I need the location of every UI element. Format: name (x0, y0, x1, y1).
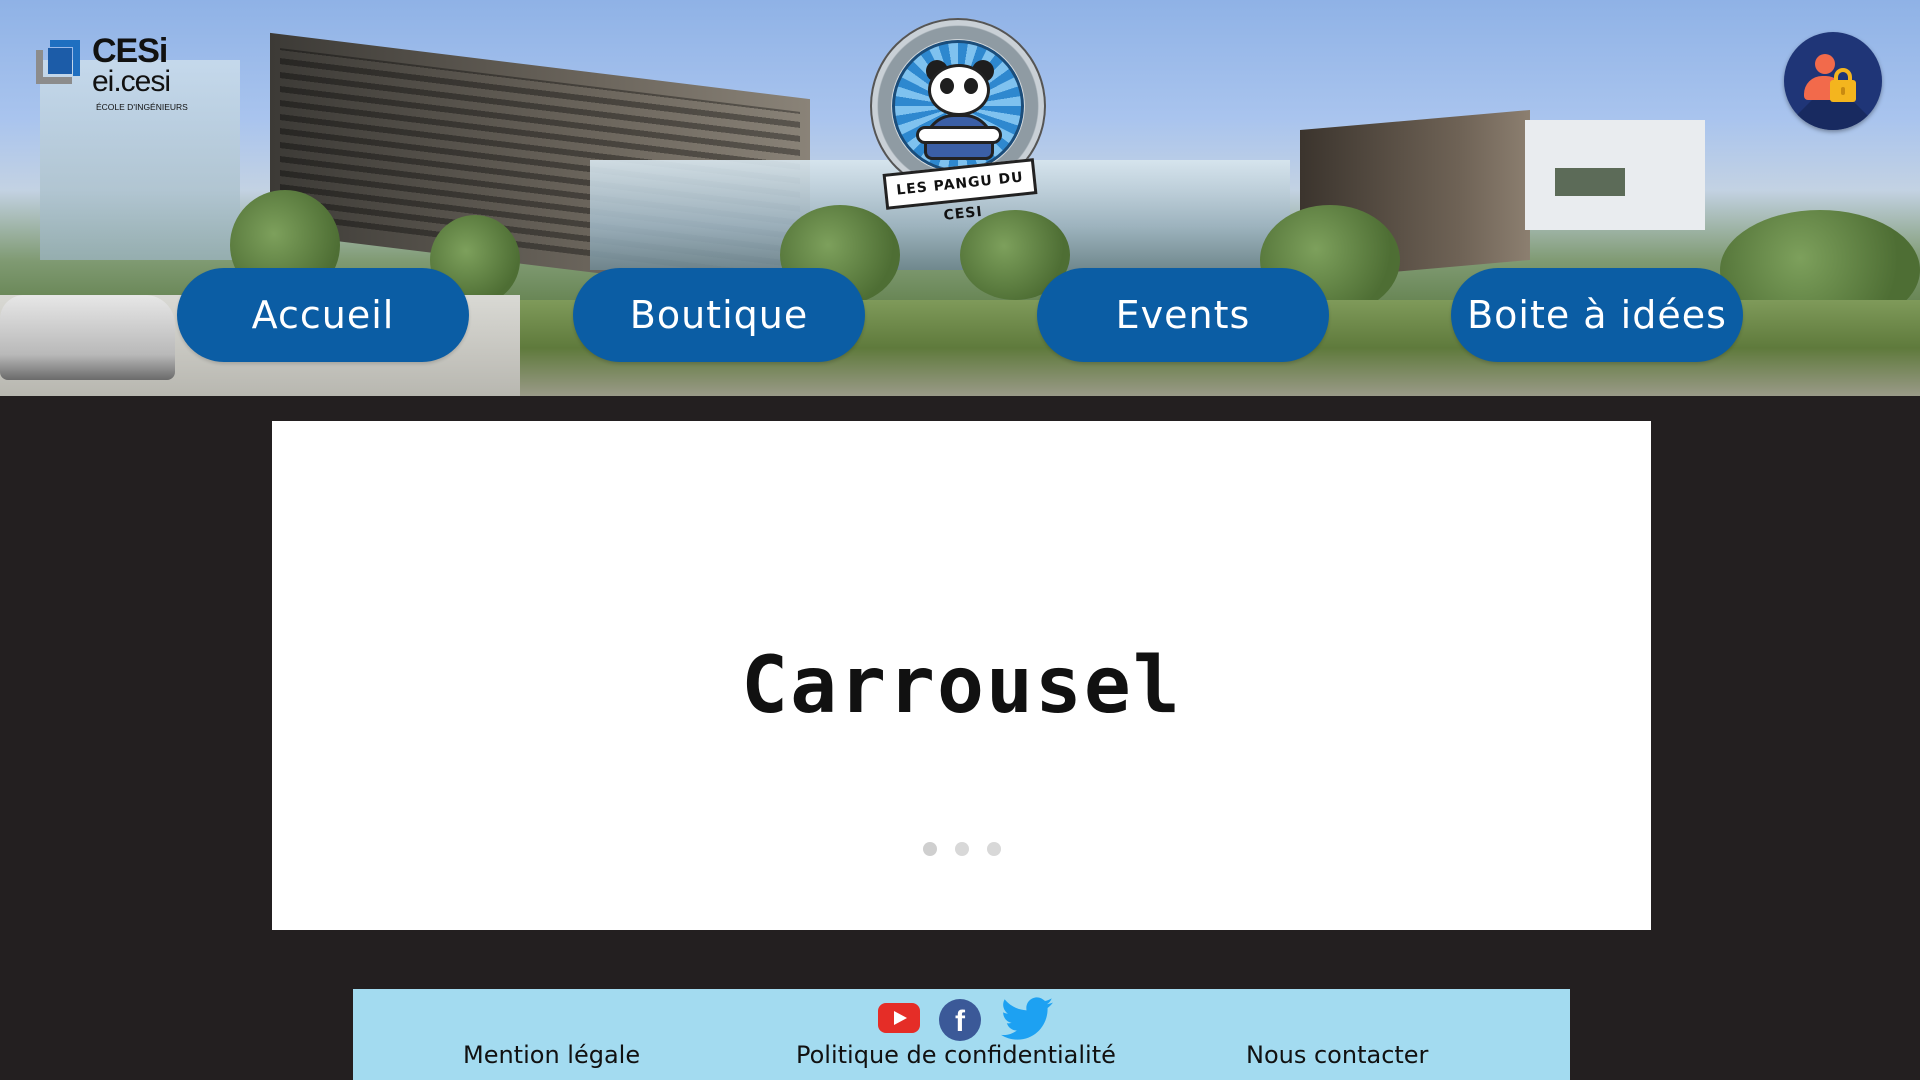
pangu-mascot-logo[interactable]: LES PANGU DU CESI (868, 16, 1052, 224)
carousel-dot[interactable] (986, 842, 1001, 856)
footer: f Mention légale Politique de confidenti… (353, 989, 1570, 1080)
footer-link-politique-confidentialite[interactable]: Politique de confidentialité (796, 1041, 1116, 1069)
carousel-dot[interactable] (954, 842, 969, 856)
nav-button-events[interactable]: Events (1037, 268, 1329, 362)
cesi-mark-icon (36, 40, 80, 84)
background-building-window (1555, 168, 1625, 196)
carousel-title: Carrousel (741, 641, 1182, 731)
youtube-icon[interactable] (878, 1003, 920, 1033)
carousel[interactable]: Carrousel (272, 421, 1651, 930)
carousel-indicators (272, 842, 1651, 856)
login-button[interactable] (1784, 32, 1882, 130)
panda-eye-icon (940, 78, 954, 94)
footer-link-mention-legale[interactable]: Mention légale (463, 1041, 640, 1069)
facebook-icon[interactable]: f (939, 999, 981, 1041)
header-banner: CESi ei.cesi ÉCOLE D'INGÉNIEURS LES PANG… (0, 0, 1920, 396)
nav-button-accueil[interactable]: Accueil (177, 268, 469, 362)
nav-button-boite-a-idees[interactable]: Boite à idées (1451, 268, 1743, 362)
nav-button-boutique[interactable]: Boutique (573, 268, 865, 362)
cesi-logo-subtext: ei.cesi (92, 65, 171, 98)
panda-eye-icon (964, 78, 978, 94)
carousel-dot[interactable] (922, 842, 937, 856)
panda-face-icon (928, 64, 990, 116)
footer-link-nous-contacter[interactable]: Nous contacter (1246, 1041, 1428, 1069)
twitter-icon[interactable] (1001, 997, 1053, 1041)
background-car (0, 295, 175, 380)
lock-keyhole-icon (1841, 87, 1845, 95)
cesi-logo-text: CESi (92, 32, 168, 70)
cesi-logo-tagline: ÉCOLE D'INGÉNIEURS (96, 102, 188, 112)
panda-arms-icon (916, 126, 1002, 144)
cesi-logo[interactable]: CESi ei.cesi ÉCOLE D'INGÉNIEURS (32, 32, 192, 116)
user-icon (1815, 54, 1835, 74)
